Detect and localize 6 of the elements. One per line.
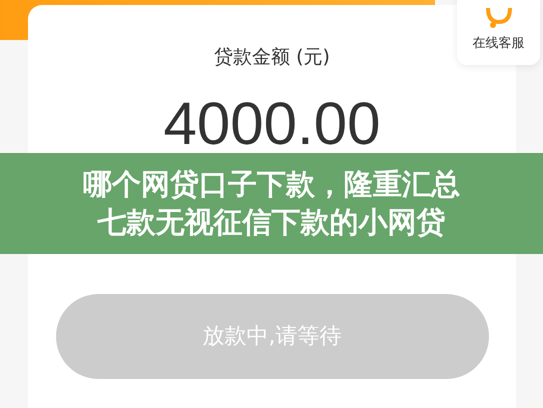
loan-amount: 4000.00: [164, 94, 380, 154]
caption-line: 七款无视征信下款的小网贷: [98, 204, 446, 240]
loan-amount-label: 贷款金额 (元): [214, 45, 330, 70]
caption-line: 哪个网贷口子下款，隆重汇总: [83, 166, 460, 203]
headset-icon: [484, 8, 514, 28]
customer-service-button[interactable]: 在线客服: [457, 0, 540, 65]
